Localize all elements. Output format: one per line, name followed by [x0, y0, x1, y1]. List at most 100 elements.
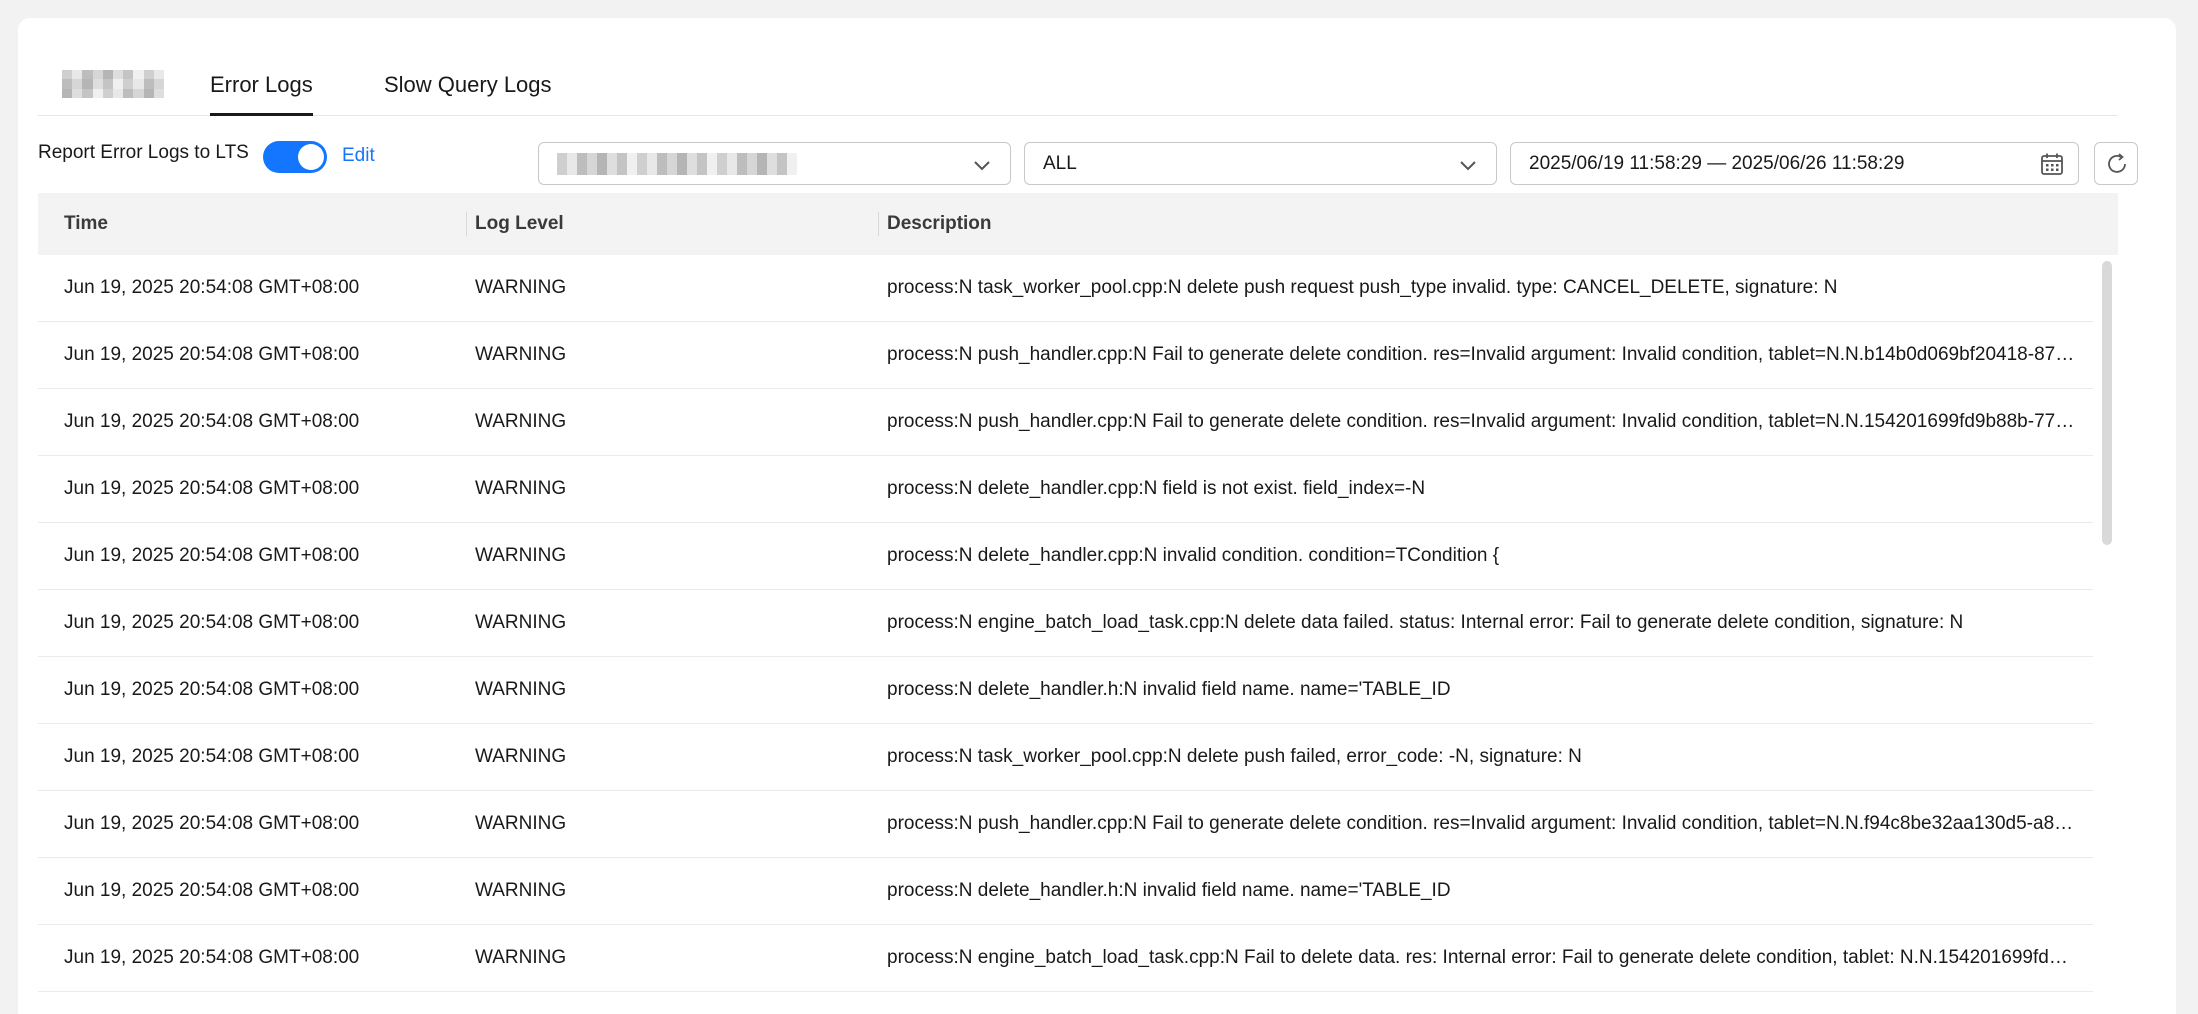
redaction-pixel	[617, 153, 627, 164]
redaction-pixel	[717, 153, 727, 164]
redaction-pixel	[587, 164, 597, 175]
redaction-pixel	[62, 79, 73, 89]
redaction-pixel	[677, 153, 687, 164]
cell-description: process:N delete_handler.cpp:N field is …	[887, 478, 1426, 499]
redaction-pixel	[667, 153, 677, 164]
cell-description: process:N engine_batch_load_task.cpp:N d…	[887, 612, 1964, 633]
cell-time: Jun 19, 2025 20:54:08 GMT+08:00	[64, 813, 360, 834]
redaction-pixel	[82, 79, 93, 89]
table-row: Jun 19, 2025 20:54:08 GMT+08:00 WARNING pr…	[38, 456, 2093, 523]
column-divider	[466, 212, 467, 236]
cell-time: Jun 19, 2025 20:54:08 GMT+08:00	[64, 880, 360, 901]
error-log-table: Time Log Level Description Jun 19, 2025 …	[38, 193, 2118, 1014]
column-header-description: Description	[887, 213, 992, 234]
redaction-pixel	[767, 153, 777, 164]
table-row: Jun 19, 2025 20:54:08 GMT+08:00 WARNING pr…	[38, 523, 2093, 590]
refresh-icon	[2108, 153, 2126, 173]
redaction-pixel	[82, 88, 93, 98]
tab-slow-query-logs[interactable]: Slow Query Logs	[384, 72, 552, 116]
cell-description: process:N push_handler.cpp:N Fail to gen…	[887, 344, 2075, 365]
cell-log-level: WARNING	[475, 344, 567, 365]
cell-log-level: WARNING	[475, 679, 567, 700]
redaction-pixel	[637, 153, 647, 164]
redacted-node-value	[557, 153, 797, 175]
date-range-picker[interactable]: 2025/06/19 11:58:29 — 2025/06/26 11:58:2…	[1510, 142, 2079, 185]
refresh-button[interactable]	[2094, 142, 2138, 185]
redaction-pixel	[777, 153, 787, 164]
redacted-instance-name	[62, 70, 164, 98]
redaction-pixel	[112, 79, 124, 89]
tab-error-logs[interactable]: Error Logs	[210, 72, 313, 116]
redaction-pixel	[72, 70, 83, 80]
redaction-pixel	[747, 153, 757, 164]
table-row: Jun 19, 2025 20:54:08 GMT+08:00 WARNING pr…	[38, 724, 2093, 791]
redaction-pixel	[153, 88, 164, 98]
redaction-pixel	[757, 153, 767, 164]
redaction-pixel	[727, 164, 737, 175]
redaction-pixel	[687, 153, 697, 164]
column-divider	[878, 212, 879, 236]
redaction-pixel	[72, 79, 83, 89]
cell-log-level: WARNING	[475, 478, 567, 499]
redaction-pixel	[587, 153, 597, 164]
redaction-pixel	[767, 164, 777, 175]
node-select[interactable]	[538, 142, 1011, 185]
cell-description: process:N delete_handler.h:N invalid fie…	[887, 880, 1451, 901]
log-level-select[interactable]: ALL	[1024, 142, 1497, 185]
report-lts-toggle[interactable]	[263, 141, 327, 173]
table-row: Jun 19, 2025 20:54:08 GMT+08:00 WARNING pr…	[38, 657, 2093, 724]
table-row: Jun 19, 2025 20:54:08 GMT+08:00 WARNING pr…	[38, 322, 2093, 389]
redaction-pixel	[577, 164, 587, 175]
redaction-pixel	[102, 88, 113, 98]
redaction-pixel	[112, 70, 124, 80]
cell-time: Jun 19, 2025 20:54:08 GMT+08:00	[64, 478, 360, 499]
edit-link[interactable]: Edit	[342, 145, 375, 167]
table-row: Jun 19, 2025 20:54:08 GMT+08:00 WARNING pr…	[38, 389, 2093, 456]
vertical-scrollbar[interactable]	[2102, 261, 2112, 545]
redaction-pixel	[123, 79, 134, 89]
redaction-pixel	[657, 153, 667, 164]
redaction-pixel	[657, 164, 667, 175]
log-level-value: ALL	[1043, 153, 1077, 174]
redaction-pixel	[62, 88, 73, 98]
redaction-pixel	[143, 79, 154, 89]
redaction-pixel	[92, 88, 103, 98]
table-row: Jun 19, 2025 20:54:08 GMT+08:00 WARNING pr…	[38, 925, 2093, 992]
cell-description: process:N task_worker_pool.cpp:N delete …	[887, 746, 1582, 767]
cell-description: process:N push_handler.cpp:N Fail to gen…	[887, 813, 2074, 834]
redaction-pixel	[92, 70, 103, 80]
redaction-pixel	[617, 164, 627, 175]
cell-log-level: WARNING	[475, 545, 567, 566]
cell-time: Jun 19, 2025 20:54:08 GMT+08:00	[64, 411, 360, 432]
redaction-pixel	[123, 70, 134, 80]
calendar-icon	[2041, 153, 2063, 175]
redaction-pixel	[737, 164, 747, 175]
redaction-pixel	[123, 88, 134, 98]
redaction-pixel	[607, 153, 617, 164]
redaction-pixel	[133, 79, 144, 89]
redaction-pixel	[62, 70, 73, 80]
redaction-pixel	[143, 88, 154, 98]
chevron-down-icon	[1460, 161, 1476, 171]
cell-description: process:N delete_handler.cpp:N invalid c…	[887, 545, 1500, 566]
cell-time: Jun 19, 2025 20:54:08 GMT+08:00	[64, 545, 360, 566]
cell-time: Jun 19, 2025 20:54:08 GMT+08:00	[64, 344, 360, 365]
cell-time: Jun 19, 2025 20:54:08 GMT+08:00	[64, 947, 360, 968]
redaction-pixel	[92, 79, 103, 89]
table-body: Jun 19, 2025 20:54:08 GMT+08:00 WARNING pr…	[38, 255, 2118, 1014]
redaction-pixel	[667, 164, 677, 175]
redaction-pixel	[737, 153, 747, 164]
redaction-pixel	[133, 70, 144, 80]
cell-log-level: WARNING	[475, 277, 567, 298]
redaction-pixel	[72, 88, 83, 98]
redaction-pixel	[557, 164, 567, 175]
redaction-pixel	[687, 164, 697, 175]
report-error-logs-label: Report Error Logs to LTS	[38, 142, 249, 163]
redaction-pixel	[637, 164, 647, 175]
cell-description: process:N engine_batch_load_task.cpp:N F…	[887, 947, 2068, 968]
redaction-pixel	[597, 164, 607, 175]
cell-time: Jun 19, 2025 20:54:08 GMT+08:00	[64, 277, 360, 298]
cell-time: Jun 19, 2025 20:54:08 GMT+08:00	[64, 612, 360, 633]
redaction-pixel	[567, 153, 577, 164]
redaction-pixel	[577, 153, 587, 164]
